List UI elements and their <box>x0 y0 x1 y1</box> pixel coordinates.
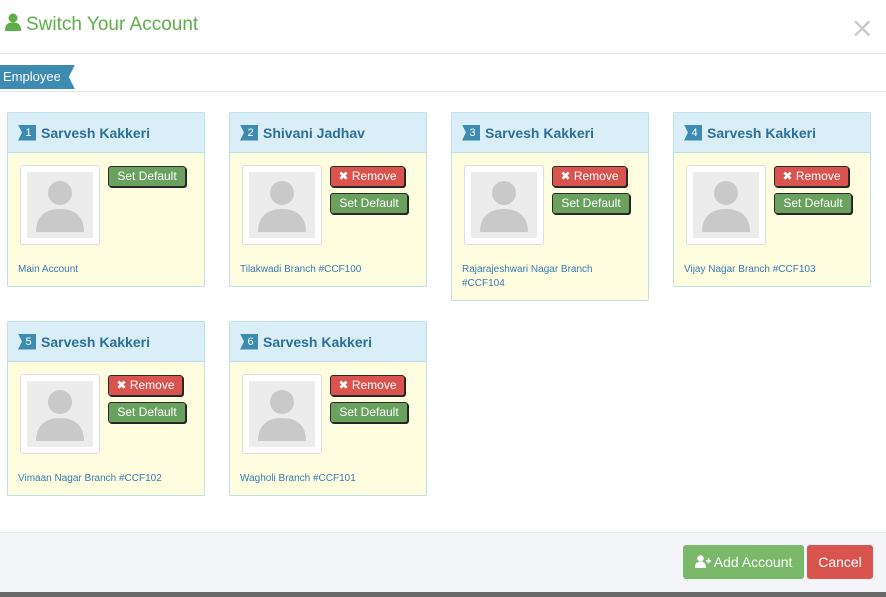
tab-employee[interactable]: Employee <box>0 65 75 89</box>
branch-label: Main Account <box>18 264 79 275</box>
remove-button[interactable]: ✖ Remove <box>330 166 405 187</box>
set-default-button[interactable]: Set Default <box>330 402 408 423</box>
set-default-button[interactable]: Set Default <box>108 166 186 187</box>
account-name: Sarvesh Kakkeri <box>41 333 150 350</box>
account-name: Sarvesh Kakkeri <box>485 124 594 141</box>
account-name: Sarvesh Kakkeri <box>707 124 816 141</box>
modal-title: Switch Your Account <box>5 13 198 36</box>
avatar <box>242 374 322 454</box>
card-number: 2 <box>240 124 258 141</box>
times-icon: ✖ <box>338 378 352 392</box>
times-icon: ✖ <box>116 378 130 392</box>
account-card: 2 Shivani Jadhav ✖ Remove Set Default Ti… <box>229 112 427 287</box>
account-name: Sarvesh Kakkeri <box>263 333 372 350</box>
card-number: 6 <box>240 333 258 350</box>
account-name: Shivani Jadhav <box>263 124 365 141</box>
tab-row: Employee <box>0 64 886 92</box>
card-number: 1 <box>18 124 36 141</box>
account-name: Sarvesh Kakkeri <box>41 124 150 141</box>
card-number: 3 <box>462 124 480 141</box>
remove-button[interactable]: ✖ Remove <box>774 166 849 187</box>
card-header: 4 Sarvesh Kakkeri <box>674 113 870 153</box>
user-icon <box>5 13 21 36</box>
times-icon: ✖ <box>560 169 574 183</box>
card-header: 2 Shivani Jadhav <box>230 113 426 153</box>
card-header: 1 Sarvesh Kakkeri <box>8 113 204 153</box>
account-card: 4 Sarvesh Kakkeri ✖ Remove Set Default V… <box>673 112 871 287</box>
branch-label: Vijay Nagar Branch #CCF103 <box>684 264 816 275</box>
card-number: 4 <box>684 124 702 141</box>
card-header: 6 Sarvesh Kakkeri <box>230 322 426 362</box>
branch-label: Vimaan Nagar Branch #CCF102 <box>18 473 162 484</box>
remove-button[interactable]: ✖ Remove <box>108 375 183 396</box>
cancel-button[interactable]: Cancel <box>807 545 873 579</box>
set-default-button[interactable]: Set Default <box>330 193 408 214</box>
times-icon: ✖ <box>782 169 796 183</box>
branch-label: Wagholi Branch #CCF101 <box>240 473 356 484</box>
branch-label: Rajarajeshwari Nagar Branch #CCF104 <box>462 264 593 289</box>
account-card: 5 Sarvesh Kakkeri ✖ Remove Set Default V… <box>7 321 205 496</box>
user-plus-icon <box>694 554 714 570</box>
close-icon[interactable]: × <box>851 14 874 42</box>
avatar <box>242 165 322 245</box>
add-account-button[interactable]: Add Account <box>683 545 804 579</box>
avatar <box>20 374 100 454</box>
card-header: 5 Sarvesh Kakkeri <box>8 322 204 362</box>
modal-header: Switch Your Account × <box>0 0 886 54</box>
account-card: 6 Sarvesh Kakkeri ✖ Remove Set Default W… <box>229 321 427 496</box>
modal-title-text: Switch Your Account <box>26 13 199 35</box>
avatar <box>686 165 766 245</box>
modal-footer: Add Account Cancel <box>0 532 886 597</box>
set-default-button[interactable]: Set Default <box>108 402 186 423</box>
card-header: 3 Sarvesh Kakkeri <box>452 113 648 153</box>
set-default-button[interactable]: Set Default <box>552 193 630 214</box>
remove-button[interactable]: ✖ Remove <box>552 166 627 187</box>
times-icon: ✖ <box>338 169 352 183</box>
account-card: 3 Sarvesh Kakkeri ✖ Remove Set Default R… <box>451 112 649 301</box>
avatar <box>464 165 544 245</box>
account-card: 1 Sarvesh Kakkeri Set Default Main Accou… <box>7 112 205 287</box>
remove-button[interactable]: ✖ Remove <box>330 375 405 396</box>
avatar <box>20 165 100 245</box>
card-number: 5 <box>18 333 36 350</box>
set-default-button[interactable]: Set Default <box>774 193 852 214</box>
add-account-label: Add Account <box>713 554 793 570</box>
branch-label: Tilakwadi Branch #CCF100 <box>240 264 362 275</box>
background-page-strip <box>0 592 886 597</box>
